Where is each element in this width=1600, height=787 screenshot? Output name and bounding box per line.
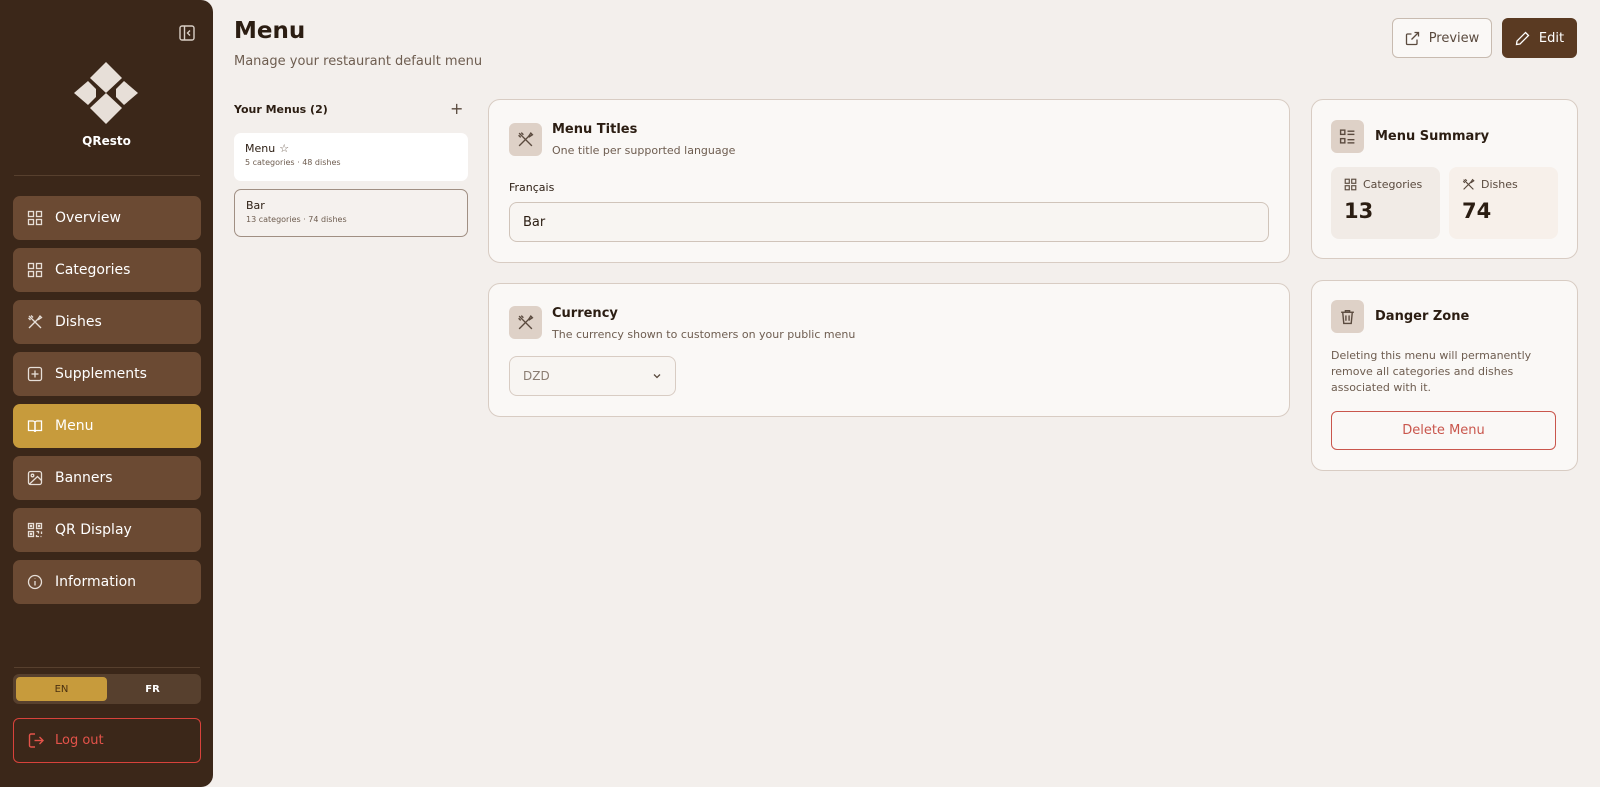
dishes-stat: Dishes 74 xyxy=(1449,167,1558,239)
trash-icon xyxy=(1331,300,1364,333)
sidebar-item-label: QR Display xyxy=(55,522,132,538)
sidebar-item-dishes[interactable]: Dishes xyxy=(13,300,201,344)
menu-titles-title: Menu Titles xyxy=(552,122,638,137)
external-link-icon xyxy=(1405,31,1419,45)
menu-item-meta: 13 categories · 74 dishes xyxy=(246,215,347,224)
language-option-en[interactable]: EN xyxy=(16,677,107,701)
sidebar-item-qr-display[interactable]: QR Display xyxy=(13,508,201,552)
menu-item-meta: 5 categories · 48 dishes xyxy=(245,158,341,167)
menu-title-input[interactable]: Bar xyxy=(509,202,1269,242)
sidebar-item-label: Menu xyxy=(55,418,94,434)
currency-title: Currency xyxy=(552,306,618,321)
danger-zone-text: Deleting this menu will permanently remo… xyxy=(1331,349,1532,394)
categories-stat-label: Categories xyxy=(1363,178,1423,191)
image-icon xyxy=(27,470,43,486)
dishes-stat-label: Dishes xyxy=(1481,178,1518,191)
sidebar-item-supplements[interactable]: Supplements xyxy=(13,352,201,396)
dishes-stat-value: 74 xyxy=(1462,199,1492,223)
sidebar-item-label: Dishes xyxy=(55,314,102,330)
currency-selected-value: DZD xyxy=(523,369,550,383)
sidebar: QResto Overview Categories Dishes Supple… xyxy=(0,0,213,787)
sidebar-item-categories[interactable]: Categories xyxy=(13,248,201,292)
utensils-icon xyxy=(509,306,542,339)
language-option-fr[interactable]: FR xyxy=(107,677,198,701)
categories-stat: Categories 13 xyxy=(1331,167,1440,239)
utensils-icon xyxy=(1462,178,1475,190)
menu-list-item[interactable]: Bar 13 categories · 74 dishes xyxy=(234,189,468,237)
menu-item-name: Bar xyxy=(246,199,265,212)
language-toggle: EN FR xyxy=(13,674,201,704)
menu-titles-subtitle: One title per supported language xyxy=(552,144,736,157)
grid-icon xyxy=(1344,178,1357,191)
menu-item-name: Menu xyxy=(245,142,276,155)
grid-icon xyxy=(27,210,43,226)
sidebar-item-label: Supplements xyxy=(55,366,147,382)
danger-zone-title: Danger Zone xyxy=(1375,309,1470,324)
page-title: Menu xyxy=(234,18,306,44)
sidebar-divider xyxy=(14,667,200,668)
star-icon[interactable]: ☆ xyxy=(279,142,289,155)
title-field-label: Français xyxy=(509,181,555,194)
currency-subtitle: The currency shown to customers on your … xyxy=(552,328,856,341)
book-open-icon xyxy=(27,420,43,433)
sidebar-item-menu[interactable]: Menu xyxy=(13,404,201,448)
page-subtitle: Manage your restaurant default menu xyxy=(234,54,483,69)
currency-card xyxy=(488,283,1290,417)
info-icon xyxy=(27,574,43,590)
logout-label: Log out xyxy=(55,733,104,748)
qr-code-icon xyxy=(27,522,43,538)
sidebar-item-banners[interactable]: Banners xyxy=(13,456,201,500)
menu-summary-title: Menu Summary xyxy=(1375,129,1490,144)
logout-icon xyxy=(28,733,44,748)
sidebar-divider xyxy=(14,175,200,176)
currency-select[interactable]: DZD xyxy=(509,356,676,396)
utensils-icon xyxy=(509,123,542,156)
edit-button[interactable]: Edit xyxy=(1502,18,1577,58)
grid-icon xyxy=(27,262,43,278)
utensils-icon xyxy=(28,314,43,329)
preview-button[interactable]: Preview xyxy=(1392,18,1492,58)
menus-heading: Your Menus (2) xyxy=(234,103,328,116)
edit-label: Edit xyxy=(1538,30,1565,46)
chevron-down-icon xyxy=(653,374,661,379)
menu-list-item[interactable]: Menu ☆ 5 categories · 48 dishes xyxy=(234,133,468,181)
brand-name: QResto xyxy=(82,134,131,148)
delete-menu-button[interactable]: Delete Menu xyxy=(1331,411,1556,450)
sidebar-item-label: Overview xyxy=(55,210,121,226)
logout-button[interactable]: Log out xyxy=(13,718,201,763)
preview-label: Preview xyxy=(1428,30,1480,46)
pencil-icon xyxy=(1515,31,1530,45)
collapse-sidebar-icon[interactable] xyxy=(178,24,196,42)
add-menu-button[interactable]: + xyxy=(450,99,463,118)
sidebar-item-label: Categories xyxy=(55,262,131,278)
sidebar-item-label: Banners xyxy=(55,470,113,486)
sidebar-item-information[interactable]: Information xyxy=(13,560,201,604)
sidebar-item-overview[interactable]: Overview xyxy=(13,196,201,240)
list-icon xyxy=(1331,120,1364,153)
plus-square-icon xyxy=(27,366,43,382)
sidebar-item-label: Information xyxy=(55,574,137,590)
categories-stat-value: 13 xyxy=(1344,199,1374,223)
qresto-logo xyxy=(74,62,138,124)
